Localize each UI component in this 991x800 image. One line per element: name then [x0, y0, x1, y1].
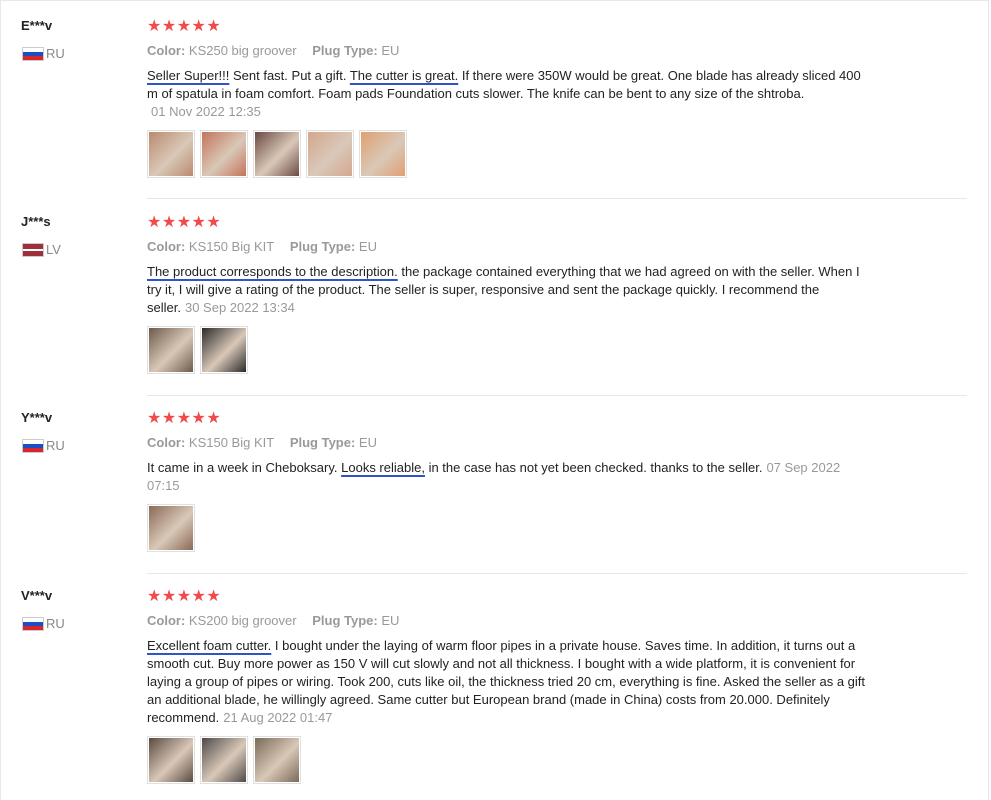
plug-value: EU — [381, 613, 400, 628]
review-date: 30 Sep 2022 13:34 — [184, 300, 295, 315]
photo-image — [202, 328, 246, 372]
review-text-part: Sent fast. Put a gift. — [229, 68, 350, 83]
reviewer-country: LV — [22, 242, 61, 257]
review-photo[interactable] — [359, 130, 407, 178]
review-photo[interactable] — [253, 130, 301, 178]
review-date: 21 Aug 2022 01:47 — [223, 710, 333, 725]
review-photo[interactable] — [253, 736, 301, 784]
plug-value: EU — [381, 43, 400, 58]
review-photos — [147, 736, 301, 784]
country-code: RU — [46, 616, 65, 631]
review-photos — [147, 326, 248, 374]
review-text: It came in a week in Cheboksary. Looks r… — [147, 459, 872, 495]
photo-image — [149, 738, 193, 782]
rating-stars: ★★★★★ — [147, 214, 222, 231]
rating-stars: ★★★★★ — [147, 588, 222, 605]
underlined-phrase: Looks reliable, — [341, 460, 425, 475]
color-value: KS150 Big KIT — [188, 435, 275, 450]
reviewer-name: V***v — [21, 588, 53, 603]
photo-image — [308, 132, 352, 176]
review-text: Seller Super!!! Sent fast. Put a gift. T… — [147, 67, 872, 121]
country-code: RU — [46, 46, 65, 61]
review-photo[interactable] — [147, 736, 195, 784]
reviewer-country: RU — [22, 616, 65, 631]
photo-image — [149, 506, 193, 550]
review-photo[interactable] — [147, 130, 195, 178]
review-photos — [147, 130, 407, 178]
latvia-flag-icon — [22, 242, 44, 257]
photo-image — [149, 132, 193, 176]
underlined-phrase: The cutter is great. — [349, 68, 459, 83]
review-photos — [147, 504, 195, 552]
review-photo[interactable] — [306, 130, 354, 178]
rating-stars: ★★★★★ — [147, 18, 222, 35]
photo-image — [255, 738, 299, 782]
plug-value: EU — [358, 435, 377, 450]
reviewer-name: E***v — [21, 18, 53, 33]
reviewer-name: Y***v — [21, 410, 53, 425]
russia-flag-icon — [22, 616, 44, 631]
country-code: RU — [46, 438, 65, 453]
product-variant: Color: KS250 big groover Plug Type: EU — [147, 43, 399, 58]
color-label: Color: — [147, 43, 186, 58]
reviewer-country: RU — [22, 46, 65, 61]
reviewer-country: RU — [22, 438, 65, 453]
color-label: Color: — [147, 435, 186, 450]
plug-value: EU — [358, 239, 377, 254]
country-code: LV — [46, 242, 61, 257]
photo-image — [149, 328, 193, 372]
color-label: Color: — [147, 239, 186, 254]
review-photo[interactable] — [200, 736, 248, 784]
russia-flag-icon — [22, 46, 44, 61]
review-photo[interactable] — [147, 504, 195, 552]
photo-image — [255, 132, 299, 176]
review-photo[interactable] — [200, 326, 248, 374]
review-text: The product corresponds to the descripti… — [147, 263, 872, 317]
rating-stars: ★★★★★ — [147, 410, 222, 427]
product-variant: Color: KS150 Big KIT Plug Type: EU — [147, 239, 377, 254]
photo-image — [202, 132, 246, 176]
reviewer-name: J***s — [21, 214, 51, 229]
review-text-part: in the case has not yet been checked. th… — [424, 460, 763, 475]
product-variant: Color: KS150 Big KIT Plug Type: EU — [147, 435, 377, 450]
divider — [147, 198, 967, 199]
plug-label: Plug Type: — [312, 613, 378, 628]
underlined-phrase: The product corresponds to the descripti… — [147, 264, 398, 279]
divider — [147, 573, 967, 574]
color-value: KS250 big groover — [188, 43, 297, 58]
review-date: 01 Nov 2022 12:35 — [151, 104, 261, 119]
underlined-phrase: Seller Super!!! — [147, 68, 230, 83]
photo-image — [202, 738, 246, 782]
plug-label: Plug Type: — [289, 435, 356, 450]
photo-image — [361, 132, 405, 176]
divider — [147, 395, 967, 396]
color-value: KS200 big groover — [188, 613, 297, 628]
underlined-phrase: Excellent foam cutter. — [147, 638, 272, 653]
russia-flag-icon — [22, 438, 44, 453]
review-text-part: It came in a week in Cheboksary. — [147, 460, 342, 475]
review-photo[interactable] — [200, 130, 248, 178]
color-value: KS150 Big KIT — [188, 239, 275, 254]
plug-label: Plug Type: — [289, 239, 356, 254]
reviews-panel: E***v RU ★★★★★ Color: KS250 big groover … — [0, 0, 989, 800]
review-photo[interactable] — [147, 326, 195, 374]
plug-label: Plug Type: — [312, 43, 378, 58]
color-label: Color: — [147, 613, 186, 628]
product-variant: Color: KS200 big groover Plug Type: EU — [147, 613, 399, 628]
review-text: Excellent foam cutter. I bought under th… — [147, 637, 872, 727]
